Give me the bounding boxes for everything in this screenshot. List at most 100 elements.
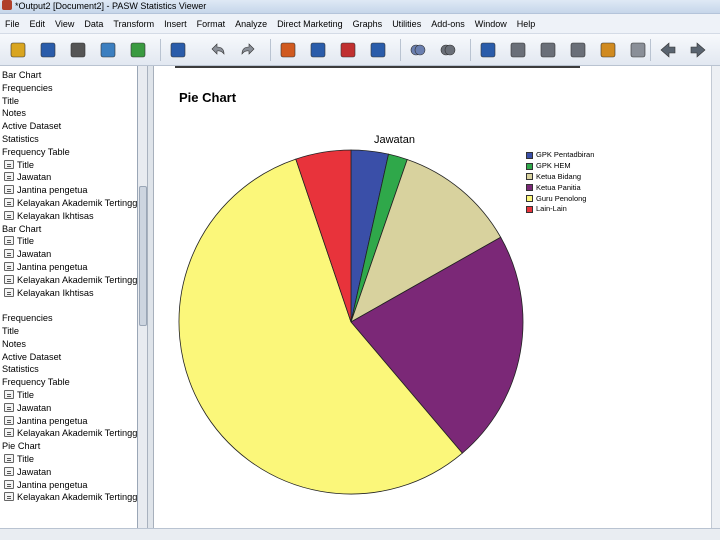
output-object-icon <box>4 274 14 284</box>
outline-item[interactable]: Notes <box>2 107 26 120</box>
recall-dialog-button[interactable] <box>166 38 190 62</box>
print-preview-button[interactable] <box>96 38 120 62</box>
outline-item[interactable]: Pie Chart <box>2 440 40 453</box>
legend-item: Ketua Panitia <box>526 182 594 193</box>
output-object-icon <box>4 249 14 259</box>
outline-item[interactable]: Kelayakan Ikhtisas <box>4 287 94 300</box>
open-button[interactable] <box>6 38 30 62</box>
menu-bar: File Edit View Data Transform Insert Format Ana… <box>0 14 720 34</box>
menu-insert[interactable]: Insert <box>159 14 192 33</box>
menu-analyze[interactable]: Analyze <box>230 14 272 33</box>
menu-help[interactable]: Help <box>512 14 541 33</box>
outline-item[interactable]: Jawatan <box>4 248 51 261</box>
menu-format[interactable]: Format <box>192 14 231 33</box>
expand-button[interactable] <box>536 38 560 62</box>
outline-item[interactable]: Kelayakan Ikhtisas <box>4 210 94 223</box>
app-icon <box>2 0 12 10</box>
outline-item[interactable]: Active Dataset <box>2 120 61 133</box>
menu-direct-marketing[interactable]: Direct Marketing <box>272 14 348 33</box>
outline-item[interactable]: Kelayakan Akademik Tertinggi <box>4 427 137 440</box>
variables-icon <box>370 42 386 58</box>
legend-label: Ketua Bidang <box>536 171 582 181</box>
undo-button[interactable] <box>206 38 230 62</box>
goto-data-button[interactable] <box>276 38 300 62</box>
menu-window[interactable]: Window <box>470 14 512 33</box>
outline-item[interactable]: Jawatan <box>4 171 51 184</box>
output-object-icon <box>4 198 14 207</box>
outline-item-label: Jantina pengetua <box>17 262 88 272</box>
menu-data[interactable]: Data <box>79 14 108 33</box>
toolbar-separator <box>400 39 401 61</box>
menu-graphs[interactable]: Graphs <box>348 14 388 33</box>
collapse-button[interactable] <box>506 38 530 62</box>
outline-item[interactable]: Kelayakan Akademik Tertinggi <box>4 491 138 504</box>
outline-item[interactable]: Title <box>4 235 34 248</box>
pane-splitter[interactable] <box>148 66 154 528</box>
output-object-icon <box>4 454 14 463</box>
outline-item-label: Jawatan <box>17 249 52 260</box>
outline-item[interactable]: Jawatan <box>4 402 51 415</box>
forward-arrow-icon <box>690 42 706 58</box>
menu-file[interactable]: File <box>0 14 25 33</box>
menu-transform[interactable]: Transform <box>108 14 159 33</box>
hide-button[interactable] <box>436 38 460 62</box>
outline-item[interactable]: Kelayakan Akademik Tertinggi <box>4 274 137 287</box>
save-button[interactable] <box>36 38 60 62</box>
back-arrow-button[interactable] <box>656 38 680 62</box>
redo-icon <box>241 43 255 55</box>
export-button[interactable] <box>126 38 150 62</box>
menu-edit[interactable]: Edit <box>25 14 51 33</box>
print-button[interactable] <box>66 38 90 62</box>
outline-item[interactable]: Title <box>2 95 19 108</box>
outline-item-label: Jawatan <box>17 172 52 183</box>
promote-icon <box>480 42 496 58</box>
outline-item[interactable]: Title <box>4 453 34 466</box>
outline-item[interactable]: Frequencies <box>2 82 53 95</box>
outline-item[interactable]: Title <box>4 159 34 172</box>
insert-text-button[interactable] <box>596 38 620 62</box>
outline-scrollbar-thumb[interactable] <box>139 186 147 326</box>
undo-icon <box>211 43 225 55</box>
menu-add-ons[interactable]: Add-ons <box>426 14 470 33</box>
output-object-icon <box>4 185 14 195</box>
redo-button[interactable] <box>236 38 260 62</box>
outline-item[interactable]: Jantina pengetua <box>4 261 88 274</box>
outline-item[interactable]: Active Dataset <box>2 351 61 364</box>
pie-chart[interactable] <box>170 145 530 505</box>
outline-item[interactable]: Frequencies <box>2 312 53 325</box>
outline-item[interactable]: Title <box>2 325 19 338</box>
outline-item[interactable]: Jantina pengetua <box>4 184 88 197</box>
outline-item[interactable]: Jantina pengetua <box>4 479 88 492</box>
outline-item[interactable]: Bar Chart <box>2 223 41 236</box>
menu-utilities[interactable]: Utilities <box>387 14 426 33</box>
goto-case-button[interactable] <box>306 38 330 62</box>
toolbar-separator <box>470 39 471 61</box>
outline-item[interactable]: Notes <box>2 338 26 351</box>
legend-swatch <box>526 162 533 170</box>
outline-item[interactable]: Jantina pengetua <box>4 415 88 428</box>
forward-arrow-button[interactable] <box>686 38 710 62</box>
outline-scrollbar[interactable] <box>138 66 148 528</box>
window-title: *Output2 [Document2] - PASW Statistics V… <box>15 1 207 11</box>
promote-button[interactable] <box>476 38 500 62</box>
outline-item[interactable]: Bar Chart <box>2 69 41 82</box>
outline-item[interactable]: Statistics <box>2 133 39 146</box>
output-object-icon <box>4 172 14 182</box>
outline-item[interactable]: Statistics <box>2 363 39 376</box>
show-all-button[interactable] <box>406 38 430 62</box>
insert-title-button[interactable] <box>566 38 590 62</box>
outline-item[interactable]: Title <box>4 389 34 402</box>
expand-icon <box>540 42 556 58</box>
insert-variable-button[interactable] <box>336 38 360 62</box>
legend-swatch <box>526 205 533 213</box>
output-object-icon <box>4 479 14 489</box>
outline-item[interactable]: Kelayakan Akademik Tertinggi <box>4 197 137 210</box>
outline-item[interactable]: Frequency Table <box>2 376 70 389</box>
outline-item-label: Kelayakan Akademik Tertinggi <box>17 492 138 503</box>
content-scrollbar[interactable] <box>711 66 720 528</box>
outline-item[interactable]: Frequency Table <box>2 146 70 159</box>
designated-window-button[interactable] <box>626 38 650 62</box>
outline-item[interactable]: Jawatan <box>4 466 51 479</box>
menu-view[interactable]: View <box>50 14 79 33</box>
variables-button[interactable] <box>366 38 390 62</box>
